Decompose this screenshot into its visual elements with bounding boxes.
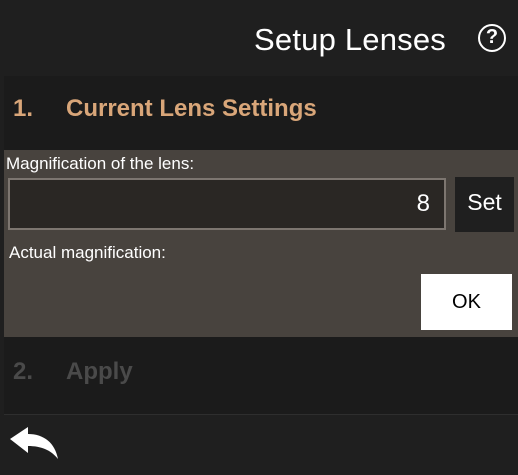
set-button[interactable]: Set (455, 177, 514, 232)
step-1-number: 1. (13, 95, 34, 122)
header: Setup Lenses ? (0, 0, 518, 76)
ok-button[interactable]: OK (421, 274, 512, 330)
footer (0, 415, 518, 475)
steps-content: 1. Current Lens Settings Magnification o… (4, 76, 518, 414)
actual-magnification-label: Actual magnification: (9, 243, 166, 262)
back-arrow-icon (10, 427, 58, 459)
step-2-header[interactable]: 2. Apply (4, 337, 518, 414)
setup-lenses-window: Setup Lenses ? 1. Current Lens Settings … (0, 0, 518, 475)
step-2-number: 2. (13, 358, 34, 385)
magnification-label: Magnification of the lens: (6, 154, 195, 173)
magnification-input[interactable]: 8 (8, 178, 446, 230)
help-icon[interactable]: ? (478, 24, 506, 52)
page-title: Setup Lenses (254, 22, 446, 57)
step-1-header[interactable]: 1. Current Lens Settings (4, 76, 518, 150)
step-2-label: Apply (66, 358, 133, 385)
back-button[interactable] (8, 425, 62, 465)
step-1-label: Current Lens Settings (66, 95, 317, 122)
